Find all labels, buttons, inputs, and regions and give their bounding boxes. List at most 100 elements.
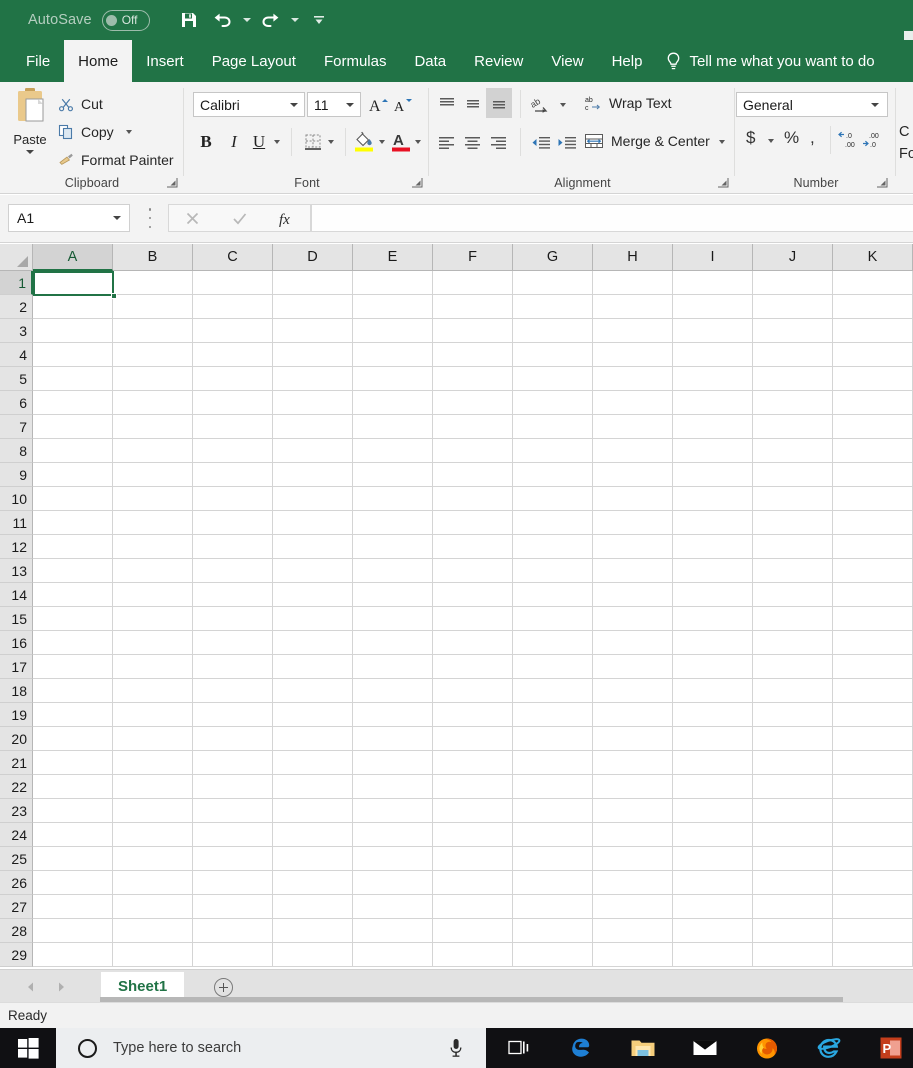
cell-D7[interactable] (273, 415, 353, 439)
row-header-2[interactable]: 2 (0, 295, 33, 319)
cell-C13[interactable] (193, 559, 273, 583)
cell-K2[interactable] (833, 295, 913, 319)
cell-G26[interactable] (513, 871, 593, 895)
cell-I6[interactable] (673, 391, 753, 415)
cell-H25[interactable] (593, 847, 673, 871)
cell-F14[interactable] (433, 583, 513, 607)
align-right-button[interactable] (486, 130, 512, 154)
cell-H24[interactable] (593, 823, 673, 847)
cell-J3[interactable] (753, 319, 833, 343)
cell-H22[interactable] (593, 775, 673, 799)
decrease-indent-button[interactable] (528, 130, 554, 154)
merge-center-dropdown-icon[interactable] (715, 132, 729, 152)
cell-D13[interactable] (273, 559, 353, 583)
cell-B4[interactable] (113, 343, 193, 367)
cell-D4[interactable] (273, 343, 353, 367)
cell-J28[interactable] (753, 919, 833, 943)
cell-E15[interactable] (353, 607, 433, 631)
cell-I21[interactable] (673, 751, 753, 775)
cell-F11[interactable] (433, 511, 513, 535)
cell-C20[interactable] (193, 727, 273, 751)
cell-I18[interactable] (673, 679, 753, 703)
active-cell-a1[interactable] (33, 271, 114, 296)
cell-A14[interactable] (33, 583, 113, 607)
cell-J7[interactable] (753, 415, 833, 439)
borders-dropdown-icon[interactable] (324, 130, 338, 154)
cell-F20[interactable] (433, 727, 513, 751)
cell-F10[interactable] (433, 487, 513, 511)
cell-G5[interactable] (513, 367, 593, 391)
cell-I25[interactable] (673, 847, 753, 871)
cell-I26[interactable] (673, 871, 753, 895)
cell-I23[interactable] (673, 799, 753, 823)
row-header-27[interactable]: 27 (0, 895, 33, 919)
cell-C25[interactable] (193, 847, 273, 871)
cell-E17[interactable] (353, 655, 433, 679)
cell-J24[interactable] (753, 823, 833, 847)
cell-B17[interactable] (113, 655, 193, 679)
cell-H4[interactable] (593, 343, 673, 367)
font-size-caret-icon[interactable] (346, 102, 354, 107)
cell-B12[interactable] (113, 535, 193, 559)
cell-C8[interactable] (193, 439, 273, 463)
cell-J8[interactable] (753, 439, 833, 463)
cell-D29[interactable] (273, 943, 353, 967)
cell-A15[interactable] (33, 607, 113, 631)
cell-D22[interactable] (273, 775, 353, 799)
cell-E21[interactable] (353, 751, 433, 775)
cell-I17[interactable] (673, 655, 753, 679)
cell-I24[interactable] (673, 823, 753, 847)
cell-F18[interactable] (433, 679, 513, 703)
cell-K10[interactable] (833, 487, 913, 511)
borders-button[interactable] (300, 130, 326, 154)
cell-J10[interactable] (753, 487, 833, 511)
cell-H19[interactable] (593, 703, 673, 727)
increase-decimal-button[interactable]: .0 .00 (838, 128, 862, 152)
cell-A25[interactable] (33, 847, 113, 871)
cell-E8[interactable] (353, 439, 433, 463)
cell-D10[interactable] (273, 487, 353, 511)
cell-B28[interactable] (113, 919, 193, 943)
font-family-caret-icon[interactable] (290, 102, 298, 107)
row-header-21[interactable]: 21 (0, 751, 33, 775)
cell-F2[interactable] (433, 295, 513, 319)
tab-review[interactable]: Review (460, 40, 537, 82)
row-header-25[interactable]: 25 (0, 847, 33, 871)
cell-E7[interactable] (353, 415, 433, 439)
cell-K15[interactable] (833, 607, 913, 631)
cell-H21[interactable] (593, 751, 673, 775)
cell-G25[interactable] (513, 847, 593, 871)
cell-G19[interactable] (513, 703, 593, 727)
cell-D14[interactable] (273, 583, 353, 607)
row-header-6[interactable]: 6 (0, 391, 33, 415)
cell-I27[interactable] (673, 895, 753, 919)
cell-B25[interactable] (113, 847, 193, 871)
cell-C21[interactable] (193, 751, 273, 775)
search-input[interactable]: Type here to search (56, 1028, 486, 1068)
cell-F27[interactable] (433, 895, 513, 919)
cell-B18[interactable] (113, 679, 193, 703)
microsoft-edge-icon[interactable] (560, 1028, 602, 1068)
paste-dropdown-icon[interactable] (26, 150, 34, 154)
row-header-22[interactable]: 22 (0, 775, 33, 799)
cell-E5[interactable] (353, 367, 433, 391)
cell-D18[interactable] (273, 679, 353, 703)
cell-G24[interactable] (513, 823, 593, 847)
cell-I2[interactable] (673, 295, 753, 319)
align-left-button[interactable] (434, 130, 460, 154)
increase-font-size-button[interactable]: A (367, 92, 389, 117)
spreadsheet-grid[interactable]: ABCDEFGHIJK 1 2 3 4 5 6 7 8 9 10 11 12 13 14 15 16 17 18 1… (0, 244, 913, 969)
cell-F26[interactable] (433, 871, 513, 895)
cell-F9[interactable] (433, 463, 513, 487)
cell-C23[interactable] (193, 799, 273, 823)
cell-C2[interactable] (193, 295, 273, 319)
cell-D2[interactable] (273, 295, 353, 319)
cell-F8[interactable] (433, 439, 513, 463)
cell-C11[interactable] (193, 511, 273, 535)
cell-E29[interactable] (353, 943, 433, 967)
percent-style-button[interactable]: % (784, 128, 799, 148)
font-family-select[interactable]: Calibri (193, 92, 305, 117)
cell-G7[interactable] (513, 415, 593, 439)
cell-C22[interactable] (193, 775, 273, 799)
autosave-toggle[interactable]: AutoSave Off (28, 9, 150, 31)
